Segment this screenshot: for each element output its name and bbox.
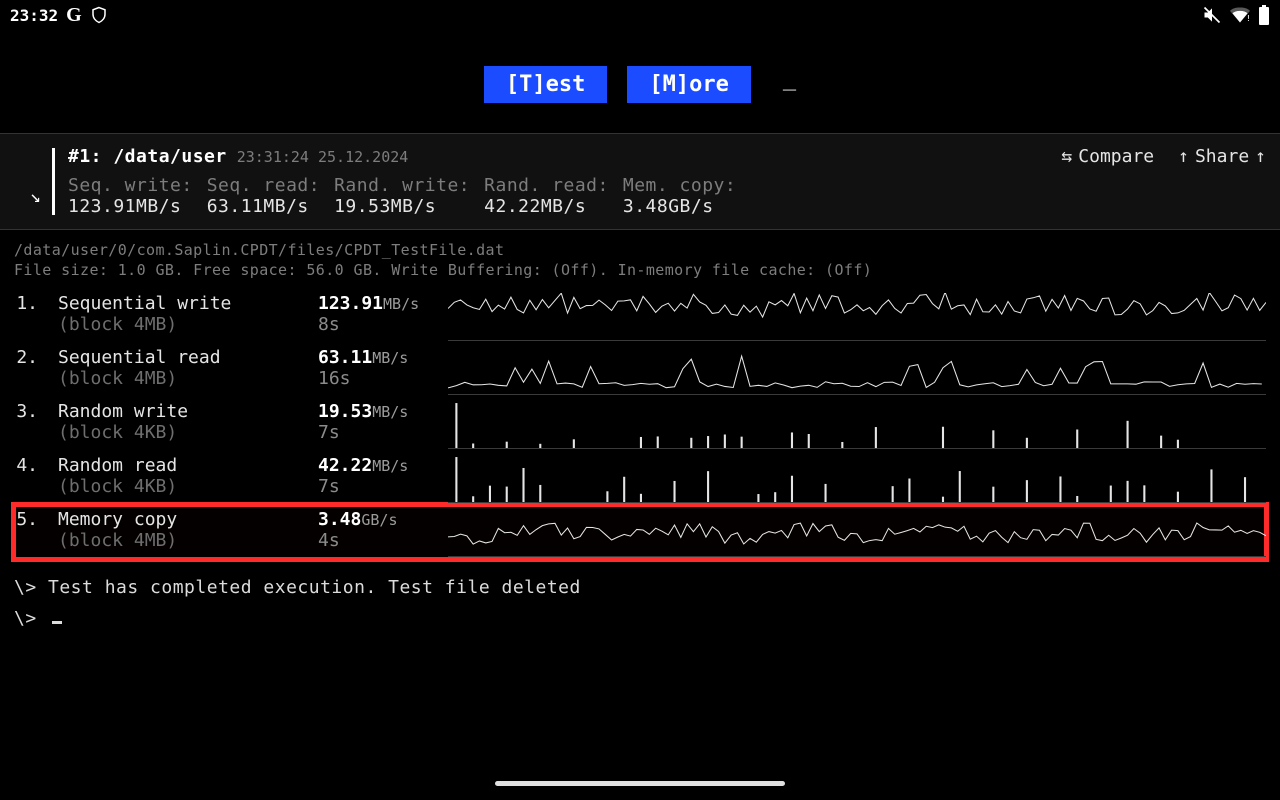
metric-label: Seq. write: [68,175,193,196]
more-button[interactable]: [M]ore [627,66,751,103]
terminal-output: \> Test has completed execution. Test fi… [0,559,1280,657]
row-sub: (block 4MB) [58,530,298,551]
summary-bar: ↘ #1: /data/user 23:31:24 25.12.2024 ⇆ C… [0,133,1280,230]
row-duration: 8s [318,314,428,335]
run-title: #1: /data/user [68,146,227,167]
row-duration: 7s [318,476,428,497]
row-index: 1. [14,293,38,314]
result-row: 4. Random read(block 4KB) 42.22MB/s7s [14,451,1266,505]
row-graph [448,455,1266,503]
row-name: Random read [58,455,298,476]
status-time: 23:32 [10,6,58,25]
row-index: 2. [14,347,38,368]
row-name: Sequential write [58,293,298,314]
row-index: 3. [14,401,38,422]
row-index: 5. [14,509,38,530]
result-row: 1. Sequential write(block 4MB) 123.91MB/s8… [14,289,1266,343]
battery-icon [1258,5,1270,25]
row-duration: 7s [318,422,428,443]
cursor [52,621,62,624]
row-graph [448,401,1266,449]
row-graph [448,509,1266,557]
row-sub: (block 4MB) [58,368,298,389]
row-index: 4. [14,455,38,476]
metric-value: 3.48GB/s [623,196,736,217]
terminal-prompt: \> [14,608,1266,629]
compare-button[interactable]: ⇆ Compare [1061,146,1154,167]
metric-value: 123.91MB/s [68,196,193,217]
metric-label: Seq. read: [207,175,320,196]
result-row: 2. Sequential read(block 4MB) 63.11MB/s16s [14,343,1266,397]
metric-value: 19.53MB/s [334,196,470,217]
row-value: 3.48GB/s [318,509,428,530]
swap-icon: ⇆ [1061,146,1072,167]
row-sub: (block 4MB) [58,314,298,335]
row-value: 19.53MB/s [318,401,428,422]
row-sub: (block 4KB) [58,422,298,443]
row-value: 63.11MB/s [318,347,428,368]
caret-cursor: _ [783,66,796,103]
result-row: 5. Memory copy(block 4MB) 3.48GB/s4s [14,505,1266,559]
result-row: 3. Random write(block 4KB) 19.53MB/s7s [14,397,1266,451]
row-name: Sequential read [58,347,298,368]
mute-icon [1202,5,1222,25]
metric-value: 63.11MB/s [207,196,320,217]
file-details: File size: 1.0 GB. Free space: 56.0 GB. … [14,260,1266,280]
row-name: Memory copy [58,509,298,530]
metric-label: Rand. read: [484,175,609,196]
share-button[interactable]: ↑Share↑ [1178,146,1266,167]
row-graph [448,347,1266,395]
test-button[interactable]: [T]est [484,66,608,103]
metric-label: Rand. write: [334,175,470,196]
row-duration: 4s [318,530,428,551]
up-arrow-icon: ↑ [1255,146,1266,167]
vertical-rule [52,148,55,215]
row-name: Random write [58,401,298,422]
file-path: /data/user/0/com.Saplin.CPDT/files/CPDT_… [14,240,1266,260]
top-button-row: [T]est [M]ore _ [0,30,1280,133]
row-graph [448,293,1266,341]
up-arrow-icon: ↑ [1178,146,1189,167]
row-duration: 16s [318,368,428,389]
google-icon: G [66,4,82,27]
svg-text:!: ! [1246,13,1250,23]
expand-arrow-icon[interactable]: ↘ [30,186,41,207]
android-status-bar: 23:32 G ! [0,0,1280,30]
wifi-icon: ! [1230,7,1250,23]
results-list: 1.Sequential write(block 4MB)123.91MB/s8… [0,283,1280,559]
file-info: /data/user/0/com.Saplin.CPDT/files/CPDT_… [0,230,1280,283]
row-sub: (block 4KB) [58,476,298,497]
metric-value: 42.22MB/s [484,196,609,217]
shield-icon [90,6,108,24]
row-value: 123.91MB/s [318,293,428,314]
run-timestamp: 23:31:24 25.12.2024 [237,148,409,166]
home-indicator[interactable] [495,781,785,786]
summary-metrics: Seq. write:123.91MB/s Seq. read:63.11MB/… [68,175,1266,217]
metric-label: Mem. copy: [623,175,736,196]
row-value: 42.22MB/s [318,455,428,476]
terminal-line: \> Test has completed execution. Test fi… [14,577,1266,598]
